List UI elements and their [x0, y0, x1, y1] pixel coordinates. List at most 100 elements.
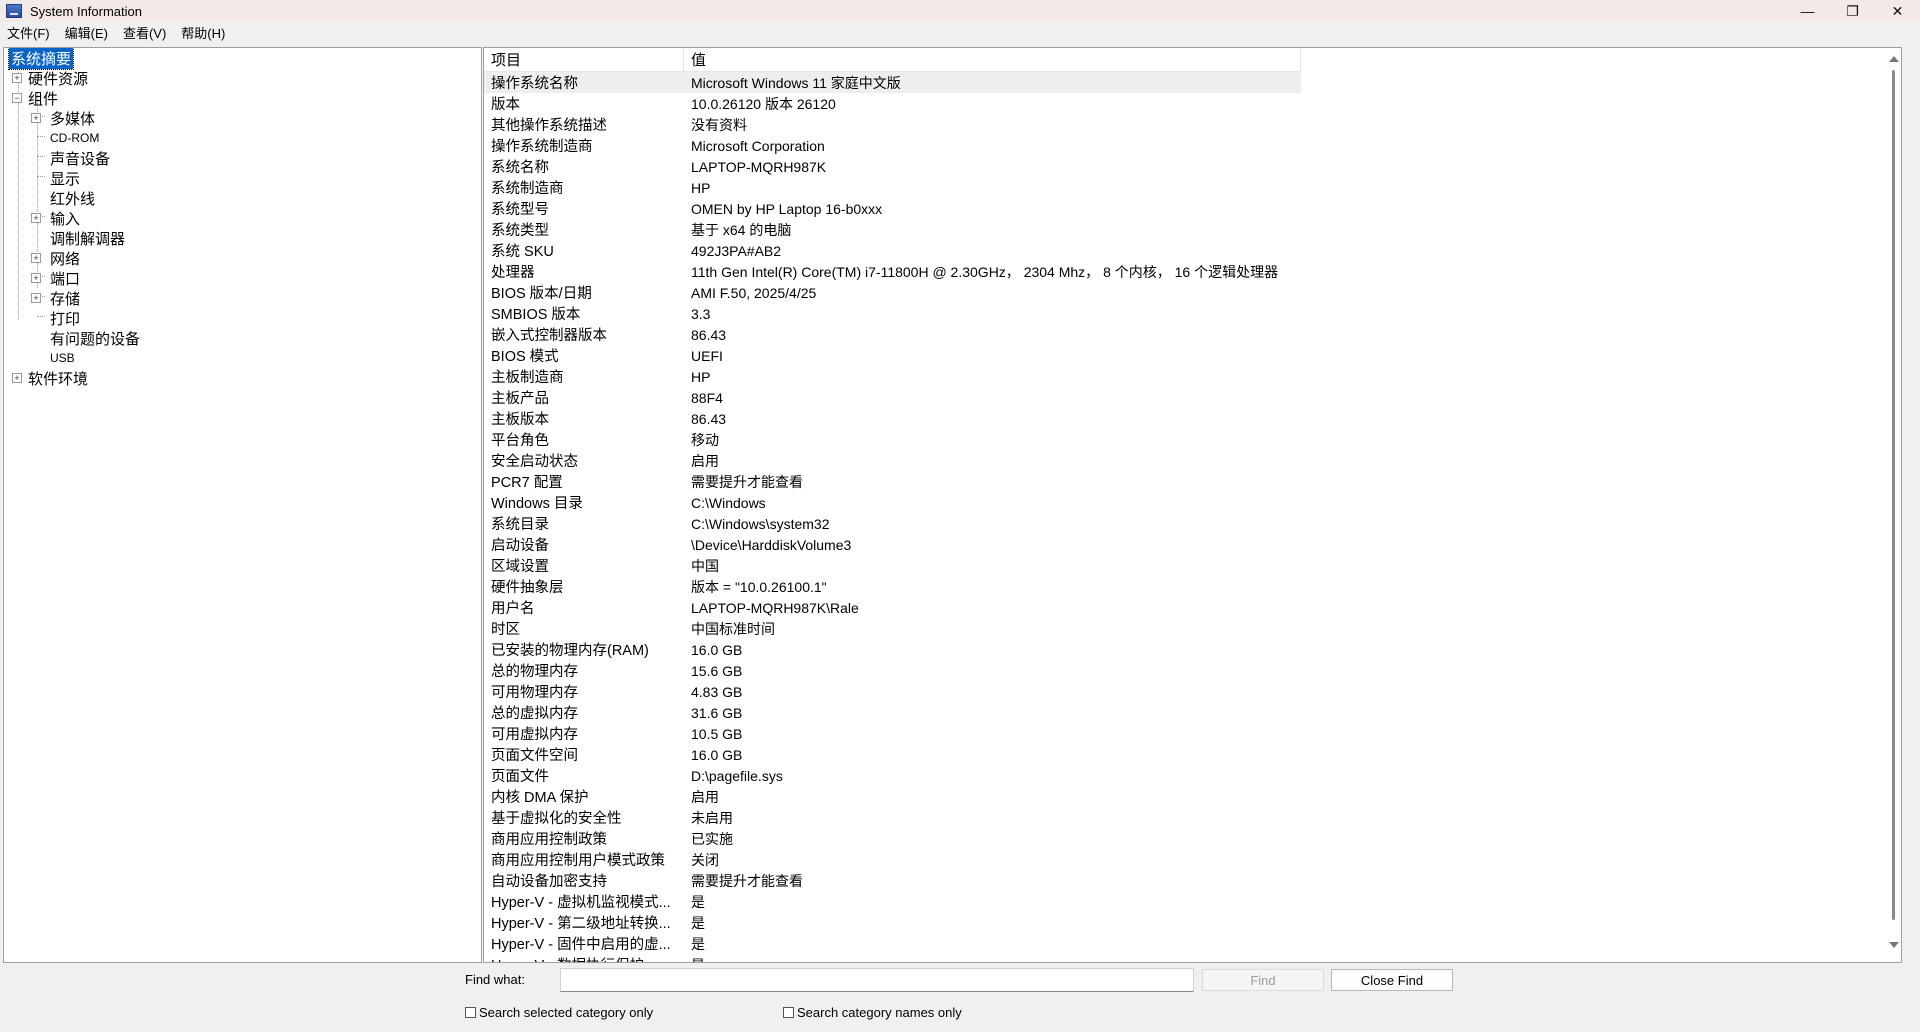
scroll-up-arrow-icon[interactable] — [1889, 56, 1899, 62]
find-what-input[interactable] — [560, 968, 1194, 992]
minimize-button[interactable]: — — [1785, 0, 1830, 22]
table-row[interactable]: Hyper-V - 虚拟机监视模式... 是 — [484, 891, 1301, 912]
search-category-names-checkbox[interactable] — [783, 1007, 794, 1018]
table-row[interactable]: 页面文件 D:\pagefile.sys — [484, 765, 1301, 786]
expand-plus-icon[interactable]: + — [31, 253, 41, 263]
collapse-minus-icon[interactable]: − — [12, 93, 22, 103]
table-row[interactable]: 嵌入式控制器版本 86.43 — [484, 324, 1301, 345]
item-cell: 处理器 — [491, 265, 535, 281]
value-cell: 3.3 — [691, 305, 711, 322]
table-row[interactable]: 可用物理内存 4.83 GB — [484, 681, 1301, 702]
details-list[interactable]: 项目 值 操作系统名称 Microsoft Windows 11 家庭中文版 版本 1… — [483, 47, 1902, 963]
menu-help[interactable]: 帮助(H) — [181, 23, 225, 42]
expand-plus-icon[interactable]: + — [12, 73, 22, 83]
menu-view[interactable]: 查看(V) — [123, 23, 166, 42]
tree-item-multimedia[interactable]: + 多媒体 — [31, 108, 97, 128]
table-row[interactable]: 处理器 11th Gen Intel(R) Core(TM) i7-11800H … — [484, 261, 1301, 282]
expand-plus-icon[interactable]: + — [31, 113, 41, 123]
table-row[interactable]: 商用应用控制政策 已实施 — [484, 828, 1301, 849]
table-row[interactable]: 总的虚拟内存 31.6 GB — [484, 702, 1301, 723]
tree-item-sound[interactable]: 声音设备 — [31, 148, 112, 168]
table-row[interactable]: BIOS 模式 UEFI — [484, 345, 1301, 366]
table-row[interactable]: 版本 10.0.26120 版本 26120 — [484, 93, 1301, 114]
table-row[interactable]: 自动设备加密支持 需要提升才能查看 — [484, 870, 1301, 891]
table-row[interactable]: 主板产品 88F4 — [484, 387, 1301, 408]
item-cell: 总的虚拟内存 — [491, 706, 578, 722]
table-row[interactable]: 系统目录 C:\Windows\system32 — [484, 513, 1301, 534]
tree-item-problem-devices[interactable]: 有问题的设备 — [31, 328, 142, 348]
expand-plus-icon[interactable]: + — [31, 213, 41, 223]
expand-plus-icon[interactable]: + — [31, 273, 41, 283]
item-cell: 系统类型 — [491, 223, 549, 239]
tree-item-ports[interactable]: + 端口 — [31, 268, 82, 288]
table-row[interactable]: 系统制造商 HP — [484, 177, 1301, 198]
tree-item-modem[interactable]: 调制解调器 — [31, 228, 127, 248]
table-row[interactable]: 页面文件空间 16.0 GB — [484, 744, 1301, 765]
value-cell: 中国标准时间 — [691, 620, 775, 637]
table-row[interactable]: 安全启动状态 启用 — [484, 450, 1301, 471]
table-row[interactable]: 系统型号 OMEN by HP Laptop 16-b0xxx — [484, 198, 1301, 219]
table-row[interactable]: Hyper-V - 数据执行保护是 — [484, 954, 1301, 963]
search-selected-category-option[interactable]: Search selected category only — [465, 1005, 653, 1020]
scroll-down-arrow-icon[interactable] — [1889, 942, 1899, 948]
menu-edit[interactable]: 编辑(E) — [65, 23, 108, 42]
find-button[interactable]: Find — [1202, 969, 1324, 991]
table-row[interactable]: 启动设备 \Device\HarddiskVolume3 — [484, 534, 1301, 555]
table-row[interactable]: 系统 SKU 492J3PA#AB2 — [484, 240, 1301, 261]
tree-item-print[interactable]: 打印 — [31, 308, 82, 328]
table-row[interactable]: 操作系统名称 Microsoft Windows 11 家庭中文版 — [484, 72, 1301, 93]
tree-item-display[interactable]: 显示 — [31, 168, 82, 188]
expand-plus-icon[interactable]: + — [12, 373, 22, 383]
table-row[interactable]: 系统类型 基于 x64 的电脑 — [484, 219, 1301, 240]
tree-item-input[interactable]: + 输入 — [31, 208, 82, 228]
tree-item-infrared[interactable]: 红外线 — [31, 188, 97, 208]
table-row[interactable]: 可用虚拟内存 10.5 GB — [484, 723, 1301, 744]
table-row[interactable]: 硬件抽象层 版本 = "10.0.26100.1" — [484, 576, 1301, 597]
table-row[interactable]: 主板制造商 HP — [484, 366, 1301, 387]
table-row[interactable]: 基于虚拟化的安全性 未启用 — [484, 807, 1301, 828]
table-row[interactable]: 商用应用控制用户模式政策 关闭 — [484, 849, 1301, 870]
table-row[interactable]: 主板版本 86.43 — [484, 408, 1301, 429]
table-row[interactable]: 其他操作系统描述 没有资料 — [484, 114, 1301, 135]
vertical-scrollbar[interactable] — [1889, 56, 1899, 948]
table-row[interactable]: 系统名称 LAPTOP-MQRH987K — [484, 156, 1301, 177]
column-header-value[interactable]: 值 — [684, 48, 1301, 71]
tree-item-components[interactable]: − 组件 — [12, 88, 60, 108]
table-row[interactable]: BIOS 版本/日期 AMI F.50, 2025/4/25 — [484, 282, 1301, 303]
tree-item-network[interactable]: + 网络 — [31, 248, 82, 268]
table-row[interactable]: Hyper-V - 第二级地址转换... 是 — [484, 912, 1301, 933]
column-header-item[interactable]: 项目 — [484, 48, 684, 71]
tree-item-system-summary[interactable]: 系统摘要 — [7, 48, 75, 70]
table-row[interactable]: 内核 DMA 保护 启用 — [484, 786, 1301, 807]
table-row[interactable]: 总的物理内存 15.6 GB — [484, 660, 1301, 681]
tree-item-storage[interactable]: + 存储 — [31, 288, 82, 308]
tree-item-hardware[interactable]: + 硬件资源 — [12, 68, 90, 88]
menu-file[interactable]: 文件(F) — [7, 23, 50, 42]
close-button[interactable]: ✕ — [1875, 0, 1920, 22]
table-row[interactable]: Windows 目录 C:\Windows — [484, 492, 1301, 513]
table-row[interactable]: 用户名 LAPTOP-MQRH987K\Rale — [484, 597, 1301, 618]
restore-button[interactable]: ❐ — [1830, 0, 1875, 22]
table-row[interactable]: 操作系统制造商 Microsoft Corporation — [484, 135, 1301, 156]
category-tree[interactable]: 系统摘要 + 硬件资源 − 组件 + 多媒体 CD-ROM 声音设备 显示 红外… — [3, 47, 482, 963]
value-cell: 31.6 GB — [691, 704, 743, 721]
table-row[interactable]: PCR7 配置 需要提升才能查看 — [484, 471, 1301, 492]
item-cell: 启动设备 — [491, 538, 549, 554]
close-find-button[interactable]: Close Find — [1331, 969, 1453, 991]
tree-item-cdrom[interactable]: CD-ROM — [31, 128, 101, 148]
tree-item-usb[interactable]: USB — [31, 348, 77, 368]
table-row[interactable]: 时区 中国标准时间 — [484, 618, 1301, 639]
table-row[interactable]: 平台角色 移动 — [484, 429, 1301, 450]
value-cell: HP — [691, 179, 711, 196]
table-row[interactable]: 区域设置 中国 — [484, 555, 1301, 576]
table-row[interactable]: Hyper-V - 固件中启用的虚... 是 — [484, 933, 1301, 954]
scroll-thumb[interactable] — [1892, 70, 1895, 920]
tree-item-software[interactable]: + 软件环境 — [12, 368, 90, 388]
search-selected-category-checkbox[interactable] — [465, 1007, 476, 1018]
item-cell: 内核 DMA 保护 — [491, 790, 589, 806]
expand-plus-icon[interactable]: + — [31, 293, 41, 303]
item-cell: BIOS 模式 — [491, 349, 559, 365]
table-row[interactable]: 已安装的物理内存(RAM) 16.0 GB — [484, 639, 1301, 660]
search-category-names-option[interactable]: Search category names only — [783, 1005, 962, 1020]
table-row[interactable]: SMBIOS 版本 3.3 — [484, 303, 1301, 324]
